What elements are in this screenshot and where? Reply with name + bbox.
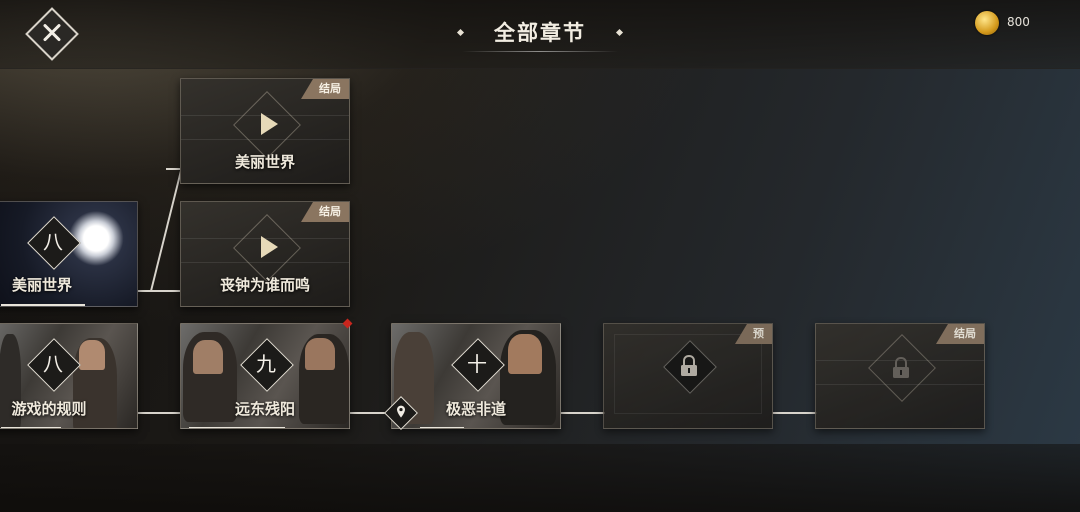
chapter-numeral: 九	[256, 352, 276, 376]
ending-tag: 结局	[301, 202, 349, 222]
chapter-title: 美丽世界	[11, 276, 72, 294]
chapter-numeral: 十	[467, 352, 487, 376]
gold-coin-icon	[975, 11, 999, 35]
chapter-card-ending-bell-tolls[interactable]: 结局 丧钟为谁而鸣	[180, 201, 350, 307]
play-icon	[261, 113, 278, 135]
connector-line	[150, 168, 183, 291]
connector-line	[137, 412, 181, 414]
connector-line	[773, 412, 817, 414]
chapter-title: 美丽世界	[234, 153, 295, 171]
connector-line	[166, 168, 180, 170]
ending-tag: 结局	[301, 79, 349, 99]
chapter-numeral: 八	[43, 230, 63, 254]
chapter-title: 丧钟为谁而鸣	[219, 276, 310, 294]
location-pin-icon	[397, 405, 405, 418]
connector-line	[150, 290, 180, 292]
chapter-card-ending-beautiful-world[interactable]: 结局 美丽世界	[180, 78, 350, 184]
lock-icon	[893, 356, 909, 378]
chapter-title: 远东残阳	[234, 400, 295, 418]
chapter-numeral: 八	[43, 352, 63, 376]
bottom-band	[0, 444, 1080, 512]
chapter-card-9[interactable]: 九 远东残阳	[180, 323, 350, 429]
close-x-icon	[43, 24, 61, 42]
chapter-card-locked-ending[interactable]: 结局	[815, 323, 985, 429]
chapter-title: 游戏的规则	[11, 400, 87, 418]
chapter-card-8-alt[interactable]: 八 美丽世界	[0, 201, 138, 307]
page-header: 全部章节	[456, 16, 624, 52]
lock-icon	[681, 354, 697, 376]
chapter-card-8[interactable]: 八 游戏的规则	[0, 323, 138, 429]
chapter-title: 极恶非道	[445, 400, 506, 418]
title-underline	[462, 51, 618, 52]
play-icon	[261, 236, 278, 258]
connector-line	[137, 290, 151, 292]
connector-line	[561, 412, 605, 414]
page-title: 全部章节	[494, 20, 586, 45]
coin-balance: 800	[1007, 15, 1030, 29]
chapter-card-locked-preview[interactable]: 预	[603, 323, 773, 429]
ending-tag: 结局	[936, 324, 984, 344]
